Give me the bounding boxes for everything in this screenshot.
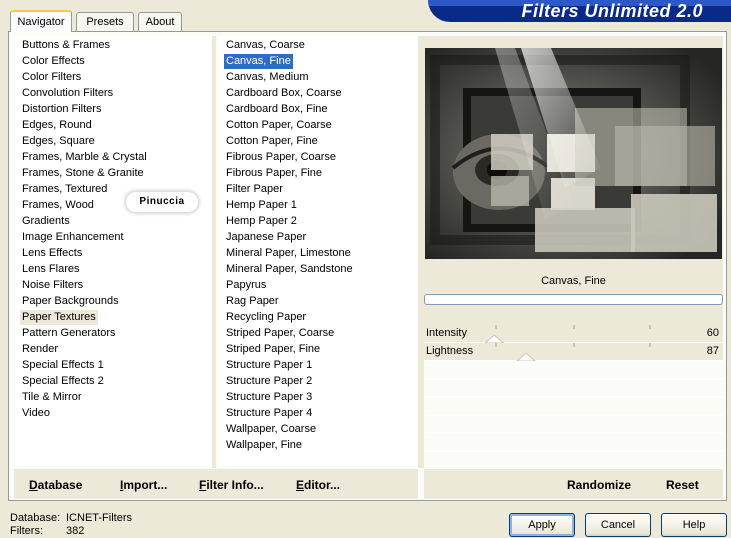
- filter-info-button[interactable]: Filter Info...: [199, 478, 264, 492]
- slider-value: 87: [706, 345, 719, 357]
- filter-item[interactable]: Wallpaper, Fine: [224, 438, 304, 453]
- empty-slider-row: [424, 362, 723, 379]
- slider-label: Lightness: [426, 345, 474, 357]
- randomize-button[interactable]: Randomize: [567, 478, 631, 492]
- filter-item[interactable]: Fibrous Paper, Fine: [224, 166, 324, 181]
- category-item[interactable]: Special Effects 2: [20, 374, 106, 389]
- empty-slider-row: [424, 398, 723, 415]
- button-label: ditor...: [304, 478, 341, 492]
- filter-item[interactable]: Recycling Paper: [224, 310, 308, 325]
- category-item[interactable]: Gradients: [20, 214, 72, 229]
- app-title: Filters Unlimited 2.0: [521, 1, 703, 21]
- filter-item[interactable]: Cotton Paper, Fine: [224, 134, 320, 149]
- filter-item[interactable]: Filter Paper: [224, 182, 285, 197]
- filter-item[interactable]: Striped Paper, Coarse: [224, 326, 336, 341]
- category-item[interactable]: Special Effects 1: [20, 358, 106, 373]
- help-button[interactable]: Help: [661, 513, 727, 537]
- category-item[interactable]: Paper Textures: [20, 310, 98, 325]
- empty-slider-row: [424, 416, 723, 433]
- import-button[interactable]: Import...: [120, 478, 167, 492]
- tab-presets[interactable]: Presets: [76, 12, 134, 32]
- slider-thumb[interactable]: [484, 334, 505, 343]
- category-item[interactable]: Video: [20, 406, 52, 421]
- button-label: mport...: [123, 478, 168, 492]
- category-item[interactable]: Edges, Round: [20, 118, 94, 133]
- slider-lightness[interactable]: Lightness 87: [424, 343, 723, 361]
- category-item[interactable]: Frames, Marble & Crystal: [20, 150, 149, 165]
- category-item[interactable]: Pattern Generators: [20, 326, 118, 341]
- database-value: ICNET-Filters: [66, 512, 132, 524]
- filter-item[interactable]: Structure Paper 3: [224, 390, 314, 405]
- category-item[interactable]: Edges, Square: [20, 134, 97, 149]
- category-item[interactable]: Image Enhancement: [20, 230, 126, 245]
- category-item[interactable]: Lens Effects: [20, 246, 84, 261]
- apply-button[interactable]: Apply: [509, 513, 575, 537]
- category-item[interactable]: Distortion Filters: [20, 102, 103, 117]
- status-info: Database: ICNET-Filters Filters: 382: [10, 512, 132, 538]
- access-key: E: [296, 478, 305, 492]
- watermark-logo: Pinuccia: [126, 192, 198, 212]
- filter-item[interactable]: Mineral Paper, Sandstone: [224, 262, 355, 277]
- empty-slider-row: [424, 434, 723, 451]
- empty-slider-row: [424, 380, 723, 397]
- button-label: ilter Info...: [206, 478, 264, 492]
- category-item[interactable]: Convolution Filters: [20, 86, 115, 101]
- filter-item[interactable]: Hemp Paper 1: [224, 198, 299, 213]
- category-item[interactable]: Frames, Textured: [20, 182, 109, 197]
- app-banner: Filters Unlimited 2.0: [428, 0, 731, 22]
- access-key: D: [29, 478, 38, 492]
- database-label: Database:: [10, 512, 61, 524]
- category-item[interactable]: Frames, Stone & Granite: [20, 166, 146, 181]
- filter-item[interactable]: Cardboard Box, Fine: [224, 102, 330, 117]
- filter-item[interactable]: Canvas, Coarse: [224, 38, 307, 53]
- category-item[interactable]: Render: [20, 342, 60, 357]
- parameter-sliders: Intensity 60 Lightness 87: [424, 325, 723, 470]
- filter-item[interactable]: Mineral Paper, Limestone: [224, 246, 353, 261]
- category-item[interactable]: Frames, Wood: [20, 198, 96, 213]
- filters-count-label: Filters:: [10, 525, 43, 537]
- category-item[interactable]: Color Filters: [20, 70, 83, 85]
- category-item[interactable]: Buttons & Frames: [20, 38, 112, 53]
- filter-item[interactable]: Fibrous Paper, Coarse: [224, 150, 338, 165]
- reset-button[interactable]: Reset: [666, 478, 699, 492]
- filter-item[interactable]: Japanese Paper: [224, 230, 308, 245]
- tab-about[interactable]: About: [138, 12, 182, 32]
- slider-label: Intensity: [426, 327, 467, 339]
- list-divider: [212, 36, 216, 468]
- preview-art: [425, 48, 722, 259]
- category-item[interactable]: Paper Backgrounds: [20, 294, 121, 309]
- filter-item[interactable]: Wallpaper, Coarse: [224, 422, 318, 437]
- filter-item[interactable]: Structure Paper 4: [224, 406, 314, 421]
- empty-slider-row: [424, 452, 723, 469]
- filter-item[interactable]: Cardboard Box, Coarse: [224, 86, 344, 101]
- cancel-button[interactable]: Cancel: [585, 513, 651, 537]
- filter-item[interactable]: Canvas, Medium: [224, 70, 311, 85]
- category-item[interactable]: Lens Flares: [20, 262, 81, 277]
- filter-item[interactable]: Canvas, Fine: [224, 54, 293, 69]
- button-label: atabase: [37, 478, 83, 492]
- filter-item[interactable]: Hemp Paper 2: [224, 214, 299, 229]
- filter-item[interactable]: Structure Paper 1: [224, 358, 314, 373]
- progress-bar: [424, 294, 723, 305]
- category-item[interactable]: Noise Filters: [20, 278, 85, 293]
- category-item[interactable]: Color Effects: [20, 54, 87, 69]
- filters-count-value: 382: [66, 525, 85, 537]
- tab-navigator[interactable]: Navigator: [10, 10, 72, 32]
- selected-filter-name: Canvas, Fine: [541, 275, 606, 287]
- database-button[interactable]: Database: [29, 478, 82, 492]
- slider-thumb[interactable]: [516, 352, 536, 361]
- filter-list[interactable]: Canvas, Coarse Canvas, Fine Canvas, Medium…: [218, 36, 418, 468]
- category-item[interactable]: Tile & Mirror: [20, 390, 83, 405]
- slider-value: 60: [706, 327, 719, 339]
- slider-intensity[interactable]: Intensity 60: [424, 325, 723, 343]
- filter-item[interactable]: Papyrus: [224, 278, 268, 293]
- filter-item[interactable]: Cotton Paper, Coarse: [224, 118, 334, 133]
- filter-item[interactable]: Striped Paper, Fine: [224, 342, 322, 357]
- preview-image: [425, 48, 722, 259]
- category-list[interactable]: Buttons & Frames Color Effects Color Filte…: [14, 36, 212, 468]
- filter-item[interactable]: Rag Paper: [224, 294, 281, 309]
- slider-ticks: [484, 325, 651, 343]
- editor-button[interactable]: Editor...: [296, 478, 340, 492]
- filter-item[interactable]: Structure Paper 2: [224, 374, 314, 389]
